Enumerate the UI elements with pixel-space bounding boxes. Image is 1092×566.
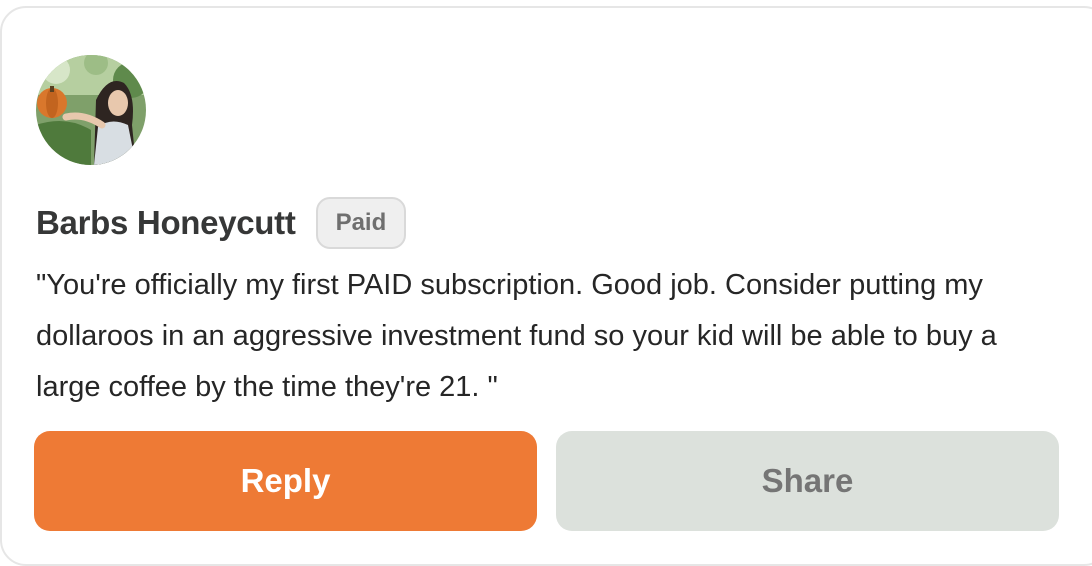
- avatar-photo-icon: [36, 55, 146, 165]
- comment-text: "You're officially my first PAID subscri…: [36, 269, 997, 403]
- share-button[interactable]: Share: [556, 431, 1059, 531]
- reply-button[interactable]: Reply: [34, 431, 537, 531]
- author-row: Barbs Honeycutt Paid: [36, 195, 407, 251]
- author-name[interactable]: Barbs Honeycutt: [36, 204, 296, 242]
- paid-badge: Paid: [315, 197, 407, 249]
- avatar[interactable]: [36, 55, 146, 165]
